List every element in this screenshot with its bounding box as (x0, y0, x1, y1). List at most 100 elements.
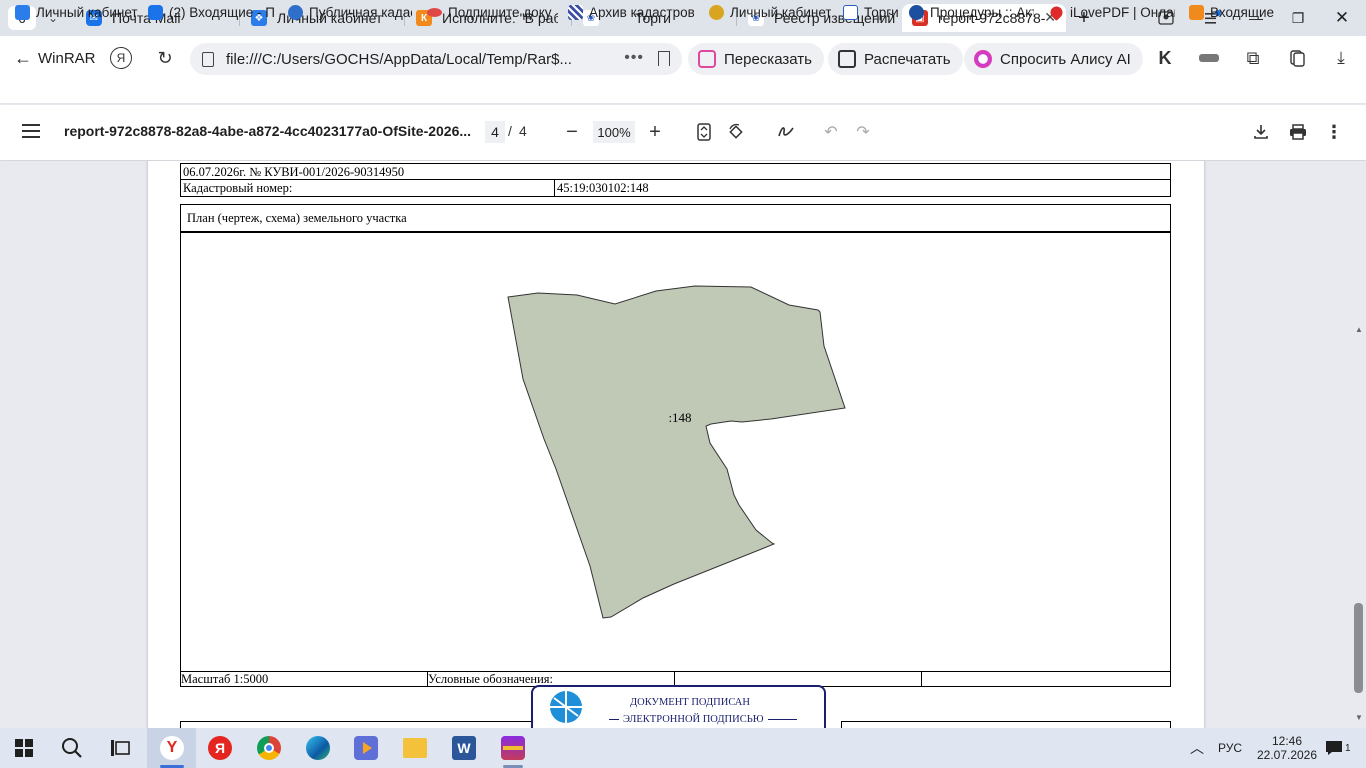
emblem-icon (15, 4, 30, 20)
pdf-viewer[interactable]: 06.07.2026г. № КУВИ-001/2026-90314950 Ка… (0, 161, 1366, 728)
collections-icon[interactable] (1286, 47, 1308, 69)
menu-icon[interactable] (22, 124, 40, 138)
plan-title-cell: План (чертеж, схема) земельного участка (180, 204, 1171, 232)
bookmarks-bar (0, 80, 1366, 104)
print-icon[interactable] (1287, 121, 1309, 143)
cadastral-label: Кадастровый номер: (183, 181, 293, 195)
ask-alice-button[interactable]: Спросить Алису AI (964, 43, 1143, 75)
scroll-down-arrow-icon[interactable]: ▼ (1355, 713, 1363, 722)
word-icon[interactable]: W (452, 736, 476, 760)
kaspersky-icon[interactable]: K (1154, 47, 1176, 69)
url-field[interactable]: file:///C:/Users/GOCHS/AppData/Local/Tem… (190, 43, 682, 75)
bookmark-item[interactable]: Процедуры :: Акт (909, 3, 1034, 21)
procedures-icon (909, 4, 924, 20)
winrar-icon[interactable] (501, 736, 525, 760)
clock[interactable]: 12:46 22.07.2026 (1252, 728, 1322, 768)
clock-time: 12:46 (1271, 734, 1303, 748)
bookmark-item[interactable]: Подпишите доку (427, 3, 553, 21)
more-dots-icon[interactable]: ••• (624, 49, 644, 67)
bookmark-label: Процедуры :: Акт (930, 4, 1034, 20)
file-explorer-icon[interactable] (403, 738, 427, 758)
fit-page-icon[interactable] (693, 121, 715, 143)
retell-icon (698, 50, 716, 68)
bookmark-label: Личный кабинет (36, 4, 138, 20)
retell-button[interactable]: Пересказать (688, 43, 824, 75)
back-arrow-icon: ← (14, 47, 32, 68)
bookmark-item[interactable]: Торги (843, 3, 903, 21)
more-options-icon[interactable]: ⋮ (1323, 121, 1345, 143)
draw-icon[interactable] (775, 121, 797, 143)
bookmark-item[interactable]: Входящие (1189, 3, 1279, 21)
next-table-cell (180, 721, 566, 728)
rotate-icon[interactable] (725, 121, 747, 143)
search-icon[interactable] (60, 736, 84, 760)
print-pill-button[interactable]: Распечатать (828, 43, 963, 75)
redo-icon[interactable]: ↷ (852, 121, 874, 143)
vertical-scrollbar-thumb[interactable] (1354, 603, 1363, 693)
clock-date: 22.07.2026 (1256, 748, 1318, 762)
yandex-browser-icon[interactable]: Y (160, 736, 184, 760)
close-window-icon[interactable]: ✕ (1326, 6, 1358, 30)
alice-icon (974, 50, 992, 68)
bookmark-item[interactable]: Архив кадастров (568, 3, 694, 21)
yandex-icon[interactable]: Я (110, 47, 132, 69)
windows-start-icon[interactable] (12, 736, 36, 760)
bookmark-item[interactable]: Личный кабинет (709, 3, 831, 21)
heart-icon (1049, 3, 1065, 21)
header-line-text: 06.07.2026г. № КУВИ-001/2026-90314950 (183, 165, 405, 179)
pdf-page: 06.07.2026г. № КУВИ-001/2026-90314950 Ка… (148, 161, 1204, 728)
bookmark-item[interactable]: iLovePDF | Онлай (1049, 3, 1175, 21)
bookmark-label: (2) Входящие - По (169, 4, 274, 20)
page-total: 4 (519, 123, 527, 139)
notification-center-icon[interactable]: 1 (1324, 728, 1351, 768)
zoom-input[interactable]: 100% (593, 121, 635, 143)
chrome-icon[interactable] (257, 736, 281, 760)
inbox-icon (1189, 4, 1204, 20)
key-icon (427, 7, 442, 17)
parcel-label: :148 (668, 410, 691, 425)
bookmark-item[interactable]: (2) Входящие - По (148, 3, 274, 21)
extension-disk-icon[interactable] (1198, 47, 1220, 69)
zoom-out-icon[interactable]: − (561, 121, 583, 143)
reload-icon[interactable]: ↻ (154, 47, 176, 69)
tray-overflow-chevron-icon[interactable]: ︿ (1190, 728, 1204, 768)
download-icon[interactable]: ⤓ (1330, 47, 1352, 69)
print-label: Распечатать (864, 50, 951, 68)
legend-cell (921, 671, 1171, 687)
scale-cell: Масштаб 1:5000 (180, 671, 428, 687)
scale-text: Масштаб 1:5000 (181, 672, 269, 686)
media-player-icon[interactable] (354, 736, 378, 760)
bookmark-label: Торги (864, 4, 899, 20)
download-pdf-icon[interactable] (1250, 121, 1272, 143)
undo-icon[interactable]: ↶ (820, 121, 842, 143)
input-language[interactable]: РУС (1218, 728, 1242, 768)
notification-count: 1 (1345, 742, 1351, 754)
extensions-puzzle-icon[interactable]: ⧉ (1242, 47, 1264, 69)
bookmark-item[interactable]: Личный кабинет (15, 3, 140, 21)
bookmark-label: iLovePDF | Онлай (1070, 4, 1175, 20)
pdf-toolbar: report-972c8878-82a8-4abe-a872-4cc402317… (0, 105, 1366, 160)
archive-grid-icon (568, 4, 583, 20)
edge-icon[interactable] (306, 736, 330, 760)
scroll-up-arrow-icon[interactable]: ▲ (1355, 325, 1363, 334)
yandex-icon[interactable]: Я (208, 736, 232, 760)
restore-icon[interactable]: ❐ (1282, 6, 1314, 30)
home-map-icon (288, 4, 303, 20)
zoom-in-icon[interactable]: + (644, 121, 666, 143)
bookmark-item[interactable]: Публичная кадас (288, 3, 412, 21)
bookmark-label: Подпишите доку (448, 4, 552, 20)
header-row: 06.07.2026г. № КУВИ-001/2026-90314950 (180, 163, 1171, 180)
bookmark-label: Публичная кадас (309, 4, 412, 20)
page-separator: / (508, 123, 512, 139)
plan-drawing-area: :148 (180, 232, 1171, 672)
bookmark-label: Личный кабинет (730, 4, 831, 20)
back-button[interactable]: ← WinRAR (14, 48, 96, 69)
signature-globe-icon (550, 691, 582, 723)
stamp-line-2: ЭЛЕКТРОННОЙ ПОДПИСЬЮ (619, 714, 768, 725)
bookmark-label: Архив кадастров (589, 4, 694, 20)
back-label: WinRAR (38, 49, 96, 67)
task-view-icon[interactable] (108, 736, 132, 760)
cadastral-value: 45:19:030102:148 (557, 181, 649, 195)
bookmark-icon[interactable] (658, 51, 670, 66)
page-number-input[interactable]: 4 (485, 121, 505, 143)
